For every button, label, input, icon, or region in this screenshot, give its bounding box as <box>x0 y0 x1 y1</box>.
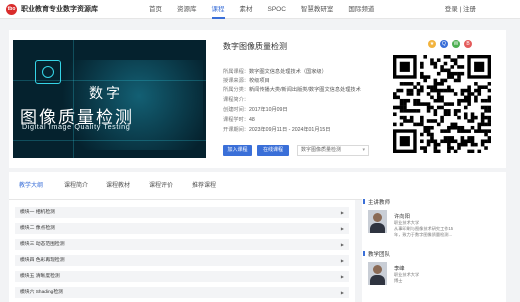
chapter-label: 模块三 动态范围检测 <box>20 242 65 247</box>
course-cover-image: 数字 图像质量检测 Digital Image Quality Testing <box>13 40 206 158</box>
meta-row: 创建时间：2017年10月09日 <box>223 106 288 113</box>
meta-row: 授课来源：校级项目 <box>223 77 270 84</box>
top-navbar: tbo 职业教育专业数字资源库 首页 资源库 课程 素材 SPOC 智慧教研室 … <box>0 0 520 19</box>
chapter-label: 模块五 清晰度检测 <box>20 274 60 279</box>
meta-key: 课程简介： <box>223 97 249 103</box>
meta-key: 授课来源： <box>223 78 249 84</box>
caret-right-icon: ▶ <box>340 242 344 247</box>
teacher-desc: 年，致力于数字图像质量检测... <box>394 232 452 237</box>
tab-textbook[interactable]: 课程教材 <box>106 172 130 200</box>
avatar[interactable] <box>368 262 387 285</box>
meta-row: 所属分类：新闻传播大类/新闻出版类/数字图文信息处理技术 <box>223 86 361 93</box>
register-link[interactable]: 注册 <box>463 6 476 13</box>
team-heading: 教学团队 <box>362 251 391 258</box>
member-name[interactable]: 李峰 <box>394 264 405 272</box>
cover-grid-line <box>13 140 206 141</box>
chapter-item[interactable]: 模块四 色彩再现检测 ▶ <box>15 255 349 266</box>
auth-links: 登录 | 注册 <box>445 0 476 19</box>
meta-value: 2023年09月11日 - 2024年01月15日 <box>248 127 331 133</box>
cover-subtitle: Digital Image Quality Testing <box>22 122 131 131</box>
wechat-icon[interactable]: W <box>452 40 460 48</box>
nav-courses[interactable]: 课程 <box>211 0 225 19</box>
meta-row: 课程学时：48 <box>223 116 255 123</box>
course-select[interactable]: 数字图像质量检测 ▾ <box>297 145 369 156</box>
course-title: 数字图像质量检测 <box>223 42 287 51</box>
chapter-label: 模块二 像点检测 <box>20 226 55 231</box>
meta-value: 48 <box>248 117 255 123</box>
meta-key: 创建时间： <box>223 107 249 113</box>
nav-materials[interactable]: 素材 <box>240 0 253 19</box>
tab-evaluation[interactable]: 课程评价 <box>149 172 173 200</box>
chapter-item[interactable]: 模块三 动态范围检测 ▶ <box>15 239 349 250</box>
avatar[interactable] <box>368 210 387 233</box>
main-nav: 首页 资源库 课程 素材 SPOC 智慧教研室 国际频道 <box>149 0 389 19</box>
nav-international[interactable]: 国际频道 <box>348 0 374 19</box>
tab-recommended[interactable]: 推荐课程 <box>192 172 216 200</box>
member-desc: 博士 <box>394 278 403 283</box>
meta-row: 开课期间：2023年09月11日 - 2024年01月15日 <box>223 126 330 133</box>
login-link[interactable]: 登录 <box>445 6 458 13</box>
nav-smart-research[interactable]: 智慧教研室 <box>301 0 334 19</box>
cover-grid-line <box>73 40 74 158</box>
meta-value: 校级项目 <box>248 78 270 84</box>
chapter-label: 模块四 色彩再现检测 <box>20 258 65 263</box>
meta-row: 课程简介： <box>223 96 249 103</box>
meta-key: 课程学时： <box>223 117 249 123</box>
meta-value: 新闻传播大类/新闻出版类/数字图文信息处理技术 <box>248 87 361 93</box>
online-course-button[interactable]: 在线课程 <box>257 145 289 156</box>
chapter-item[interactable]: 模块二 像点检测 ▶ <box>15 223 349 234</box>
caret-right-icon: ▶ <box>340 226 344 231</box>
logo-mark: tbo <box>6 3 17 15</box>
chapter-label: 模块一 相机检测 <box>20 210 55 215</box>
meta-key: 所属课程： <box>223 69 249 75</box>
chapter-item[interactable]: 模块五 清晰度检测 ▶ <box>15 271 349 282</box>
chapter-label: 模块六 Shading检测 <box>20 290 63 295</box>
camera-icon <box>35 60 61 84</box>
qr-code-image <box>393 55 492 154</box>
meta-value: 数字图文信息处理技术（国家级） <box>248 69 327 75</box>
qr-code <box>393 55 492 154</box>
chevron-down-icon: ▾ <box>362 147 365 153</box>
caret-right-icon: ▶ <box>340 290 344 295</box>
chapter-item[interactable]: 模块六 Shading检测 ▶ <box>15 287 349 298</box>
syllabus-list: 模块一 相机检测 ▶ 模块二 像点检测 ▶ 模块三 动态范围检测 ▶ 模块四 色彩再现… <box>9 200 355 302</box>
meta-row: 所属课程：数字图文信息处理技术（国家级） <box>223 68 327 75</box>
tab-intro[interactable]: 课程简介 <box>64 172 88 200</box>
qq-icon[interactable]: Q <box>440 40 448 48</box>
caret-right-icon: ▶ <box>340 258 344 263</box>
cover-big-text: 数字 <box>89 85 123 101</box>
meta-key: 所属分类： <box>223 87 249 93</box>
chapter-item[interactable]: 模块一 相机检测 ▶ <box>15 207 349 218</box>
meta-value: 2017年10月09日 <box>248 107 288 113</box>
logo-text: 职业教育专业数字资源库 <box>21 6 98 13</box>
meta-key: 开课期间： <box>223 127 249 133</box>
star-icon[interactable]: ★ <box>428 40 436 48</box>
teacher-heading: 主讲教师 <box>362 199 391 206</box>
weibo-icon[interactable]: B <box>464 40 472 48</box>
caret-right-icon: ▶ <box>340 274 344 279</box>
nav-spoc[interactable]: SPOC <box>268 0 286 19</box>
caret-right-icon: ▶ <box>340 210 344 215</box>
course-select-value: 数字图像质量检测 <box>301 147 342 153</box>
nav-resource-library[interactable]: 资源库 <box>177 0 197 19</box>
tab-syllabus[interactable]: 教学大纲 <box>15 172 47 201</box>
join-course-button[interactable]: 加入课程 <box>223 145 252 156</box>
teacher-sidebar: 主讲教师 许向阳 职业技术大学 从事印刷与图像技术研究工作15 年，致力于数字图… <box>362 192 506 302</box>
teacher-name[interactable]: 许向阳 <box>394 212 410 220</box>
site-logo[interactable]: tbo 职业教育专业数字资源库 <box>6 3 98 15</box>
nav-home[interactable]: 首页 <box>149 0 162 19</box>
